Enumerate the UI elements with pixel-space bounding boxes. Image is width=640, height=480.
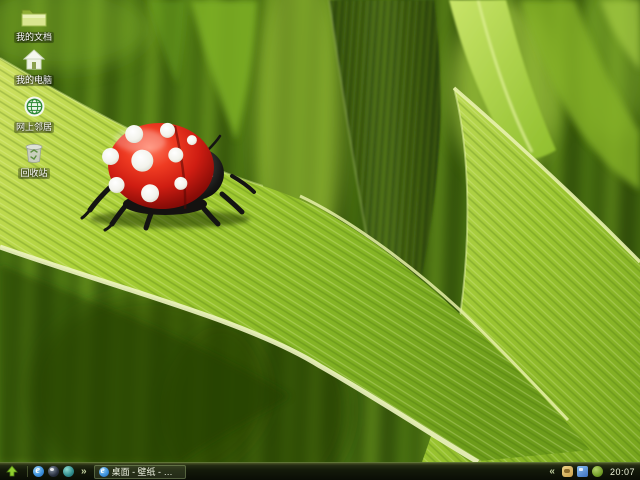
taskbar-separator: [27, 466, 28, 477]
my-documents-folder-icon[interactable]: [6, 3, 62, 27]
desktop-icon-recycle-bin[interactable]: 回收站: [6, 139, 62, 181]
desktop-icon-my-documents[interactable]: 我的文档: [6, 3, 62, 45]
recycle-bin-icon[interactable]: [6, 139, 62, 163]
start-sprout-icon: [6, 465, 18, 477]
desktop-icon-my-computer[interactable]: 我的电脑: [6, 46, 62, 88]
ladybug-image: [80, 122, 256, 232]
quicklaunch-sphere-icon[interactable]: [48, 466, 59, 477]
my-documents-label: 我的文档: [13, 32, 54, 43]
network-places-label: 网上邻居: [13, 122, 54, 133]
quicklaunch-internet-explorer-icon[interactable]: [33, 465, 44, 477]
wallpaper-grass-ladybug: [0, 0, 640, 462]
internet-explorer-icon: [98, 466, 109, 477]
start-button[interactable]: [0, 464, 24, 480]
quicklaunch-messenger-icon[interactable]: [63, 466, 74, 477]
tray-icon-blue-app[interactable]: [576, 466, 588, 477]
taskbar: » 桌面 - 壁纸 - 桌酷... « 20:07: [0, 462, 640, 480]
quicklaunch-more-chevron[interactable]: »: [81, 466, 87, 477]
task-button-browser-window[interactable]: 桌面 - 壁纸 - 桌酷...: [93, 464, 186, 479]
task-button-label: 桌面 - 壁纸 - 桌酷...: [111, 467, 181, 477]
tray-icon-green-app[interactable]: [591, 466, 603, 477]
taskbar-clock[interactable]: 20:07: [610, 467, 635, 477]
tray-icon-yellow-app[interactable]: [561, 466, 573, 477]
recycle-bin-label: 回收站: [18, 168, 50, 179]
my-computer-label: 我的电脑: [13, 75, 54, 86]
my-computer-house-icon[interactable]: [6, 46, 62, 70]
tray-collapse-chevron[interactable]: «: [549, 466, 555, 477]
desktop-screen: 我的文档 我的电脑 网上邻居 回收站 e » e 桌面 - 壁纸 - 桌酷 « …: [0, 0, 640, 480]
network-globe-icon[interactable]: [6, 93, 62, 117]
desktop-icon-network-places[interactable]: 网上邻居: [6, 93, 62, 135]
system-tray: « 20:07: [546, 466, 640, 477]
quick-launch-bar: »: [33, 465, 90, 477]
